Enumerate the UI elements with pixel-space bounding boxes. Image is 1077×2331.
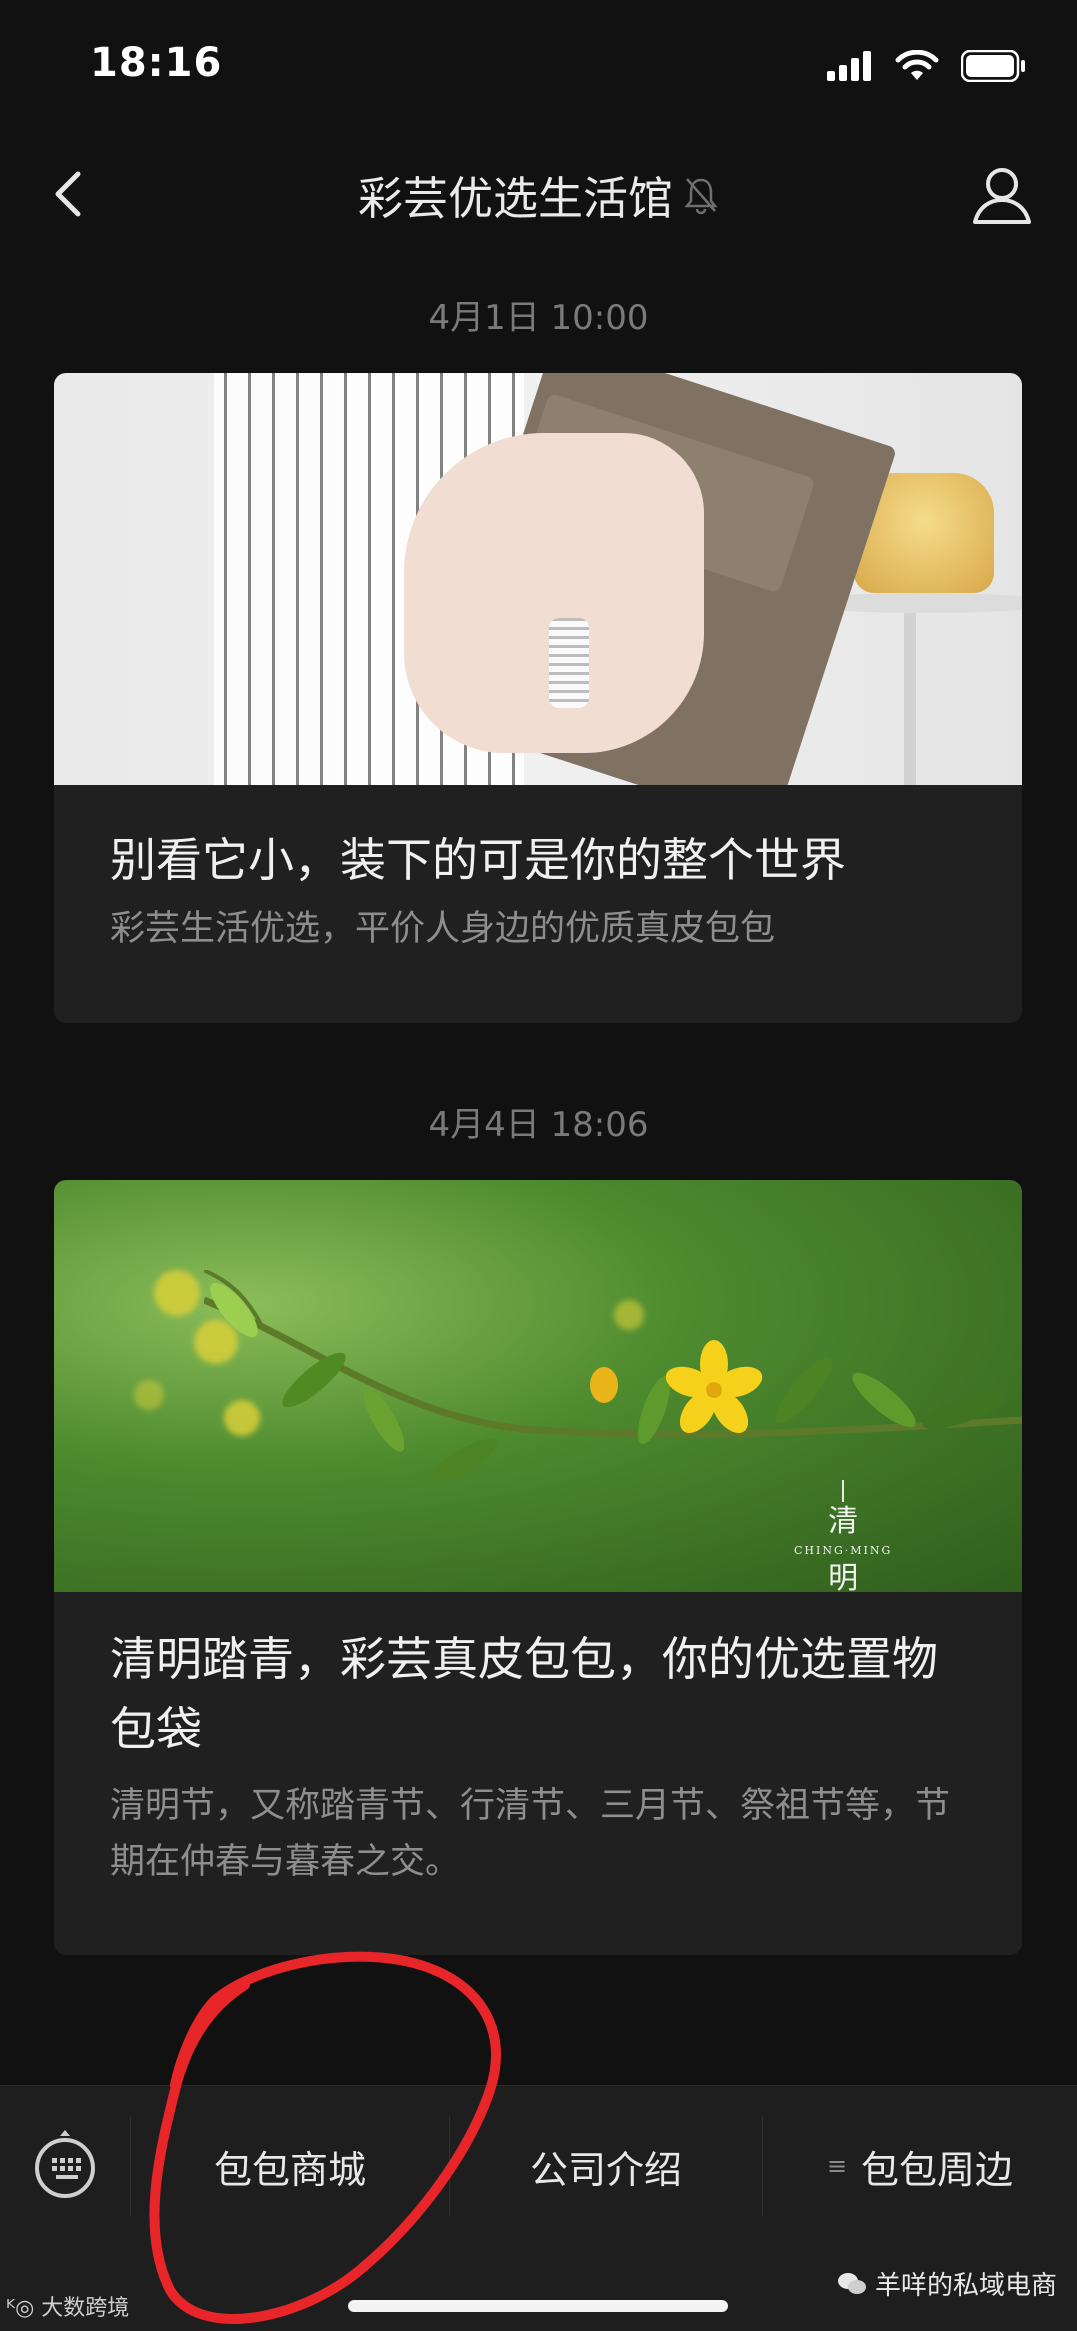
keyboard-toggle-button[interactable] [28,2126,103,2201]
annotation-circle [149,1951,501,2324]
profile-button[interactable] [967,160,1037,230]
menu-item-label: 包包商城 [213,2147,366,2192]
article-cover-image [54,373,1022,785]
article-title: 清明踏青，彩芸真皮包包，你的优选置物包袋 [110,1632,938,1756]
keyboard-icon [35,2130,95,2198]
page-title: 彩芸优选生活馆 [357,172,673,225]
article-cover-image: 清 CHING·MING 明 [54,1180,1022,1592]
article-card[interactable]: 别看它小，装下的可是你的整个世界 彩芸生活优选，平价人身边的优质真皮包包 [54,373,1022,1023]
article-description: 清明节，又称踏青节、行清节、三月节、祭祖节等，节期在仲春与暮春之交。 [110,1786,951,1882]
profile-icon [973,168,1031,224]
signal-icon [827,51,871,81]
menu-item-bag-accessories[interactable]: ≡ 包包周边 [763,2111,1077,2221]
wechat-icon [837,2272,866,2294]
home-indicator[interactable] [348,2300,728,2312]
menu-item-bag-mall[interactable]: 包包商城 [131,2111,449,2221]
message-timestamp: 4月1日 10:00 [428,298,649,338]
wifi-icon [895,50,939,80]
message-timestamp: 4月4日 18:06 [428,1105,649,1145]
watermark-logo-icon: ᴷ◎ [6,2296,42,2321]
qingming-char-2: 明 [828,1561,859,1592]
battery-icon [961,50,1025,82]
branch-illustration [204,1270,1022,1482]
chat-screen: 18:16 彩芸优选生活馆 4月1日 10:00 别看它小，装下的可是你的整个世… [0,0,1077,2331]
submenu-indicator-icon: ≡ [826,2152,848,2180]
article-title: 别看它小，装下的可是你的整个世界 [110,833,846,887]
nav-bar: 彩芸优选生活馆 [0,140,1077,250]
status-time: 18:16 [90,40,223,86]
qingming-subtitle: CHING·MING [794,1544,893,1557]
menu-item-company-intro[interactable]: 公司介绍 [450,2111,762,2221]
menu-item-label: 公司介绍 [529,2147,682,2192]
nav-title-container: 彩芸优选生活馆 [0,162,1077,227]
menu-item-label: 包包周边 [861,2147,1014,2192]
status-bar: 18:16 [0,0,1077,140]
article-card[interactable]: 清 CHING·MING 明 清明踏青，彩芸真皮包包，你的优选置物包袋 清明节，… [54,1180,1022,1955]
watermark-left: ᴷ◎ 大数跨境 [6,2296,130,2321]
qingming-caption: 清 CHING·MING 明 [794,1480,892,1592]
status-icons [827,50,1027,82]
mute-bell-icon [684,177,718,214]
qingming-char-1: 清 [828,1504,859,1539]
watermark-right: 羊咩的私域电商 [837,2265,1057,2302]
article-description: 彩芸生活优选，平价人身边的优质真皮包包 [110,909,776,949]
